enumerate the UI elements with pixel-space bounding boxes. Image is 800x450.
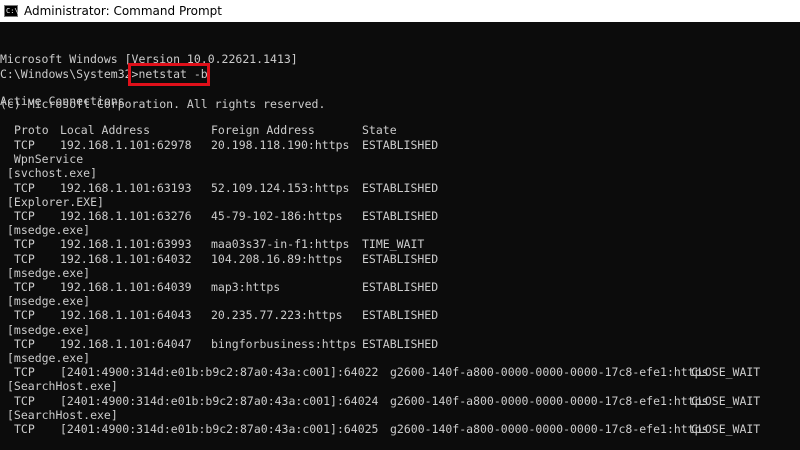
connection-row: TCP [2401:4900:314d:e01b:b9c2:87a0:43a:c0… (0, 365, 800, 380)
cell-proto: TCP (14, 308, 35, 323)
cell-state: CLOSE_WAIT (691, 422, 760, 437)
process-name: [msedge.exe] (7, 351, 90, 366)
process-name-line: [SearchHost.exe] (0, 408, 800, 423)
cell-proto: TCP (14, 237, 35, 252)
cell-foreign: g2600-140f-a800-0000-0000-0000-17c8-efe1… (390, 365, 709, 380)
connection-row: TCP 192.168.1.101:64039 map3:https ESTABLIS… (0, 280, 800, 295)
cell-proto: TCP (14, 422, 35, 437)
process-name-line: WpnService (0, 152, 800, 167)
cell-proto: TCP (14, 280, 35, 295)
cell-foreign: 45-79-102-186:https (211, 209, 343, 224)
process-name-line: [msedge.exe] (0, 323, 800, 338)
connection-row: TCP 192.168.1.101:64043 20.235.77.223:http… (0, 308, 800, 323)
process-name: [SearchHost.exe] (7, 408, 118, 423)
cell-state: ESTABLISHED (362, 337, 438, 352)
prompt-path: C:\Windows\System32> (0, 67, 138, 81)
cell-foreign: bingforbusiness:https (211, 337, 356, 352)
cell-local: 192.168.1.101:62978 (60, 138, 192, 153)
cell-foreign: maa03s37-in-f1:https (211, 237, 349, 252)
cell-state: ESTABLISHED (362, 181, 438, 196)
section-title: Active Connections (0, 94, 125, 109)
col-state: State (362, 123, 397, 138)
cell-foreign: 20.235.77.223:https (211, 308, 343, 323)
connection-row: TCP 192.168.1.101:64032 104.208.16.89:http… (0, 252, 800, 267)
cell-foreign: 104.208.16.89:https (211, 252, 343, 267)
cell-foreign: g2600-140f-a800-0000-0000-0000-17c8-efe1… (390, 422, 709, 437)
cell-local: [2401:4900:314d:e01b:b9c2:87a0:43a:c001]… (60, 422, 379, 437)
cell-local: 192.168.1.101:63276 (60, 209, 192, 224)
cell-state: ESTABLISHED (362, 280, 438, 295)
process-name-line: [msedge.exe] (0, 223, 800, 238)
cell-state: TIME_WAIT (362, 237, 424, 252)
connection-row: TCP [2401:4900:314d:e01b:b9c2:87a0:43a:c0… (0, 422, 800, 437)
cell-local: 192.168.1.101:64043 (60, 308, 192, 323)
window-title: Administrator: Command Prompt (24, 4, 222, 18)
process-name: [msedge.exe] (7, 294, 90, 309)
process-name: WpnService (7, 152, 83, 167)
cell-local: [2401:4900:314d:e01b:b9c2:87a0:43a:c001]… (60, 365, 379, 380)
cell-state: CLOSE_WAIT (691, 365, 760, 380)
cell-local: 192.168.1.101:63993 (60, 237, 192, 252)
cell-local: 192.168.1.101:64032 (60, 252, 192, 267)
column-headers: Proto Local Address Foreign Address Stat… (0, 123, 800, 138)
cell-foreign: 52.109.124.153:https (211, 181, 349, 196)
process-name: [msedge.exe] (7, 266, 90, 281)
connection-row: TCP 192.168.1.101:64047 bingforbusiness:ht… (0, 337, 800, 352)
cell-proto: TCP (14, 209, 35, 224)
connection-row: TCP 192.168.1.101:63993 maa03s37-in-f1:htt… (0, 237, 800, 252)
cell-proto: TCP (14, 394, 35, 409)
col-local-address: Local Address (60, 123, 150, 138)
col-proto: Proto (14, 123, 49, 138)
process-name: [Explorer.EXE] (7, 195, 104, 210)
cell-state: ESTABLISHED (362, 252, 438, 267)
process-name: [msedge.exe] (7, 223, 90, 238)
connection-row: TCP 192.168.1.101:63276 45-79-102-186:http… (0, 209, 800, 224)
cell-foreign: 20.198.118.190:https (211, 138, 349, 153)
connection-row: TCP 192.168.1.101:63193 52.109.124.153:htt… (0, 181, 800, 196)
process-name: [svchost.exe] (7, 166, 97, 181)
cell-local: 192.168.1.101:64047 (60, 337, 192, 352)
cell-local: 192.168.1.101:63193 (60, 181, 192, 196)
process-name-line: [svchost.exe] (0, 166, 800, 181)
cell-proto: TCP (14, 337, 35, 352)
cell-foreign: map3:https (211, 280, 280, 295)
process-name-line: [msedge.exe] (0, 266, 800, 281)
title-bar[interactable]: C:\ Administrator: Command Prompt (0, 0, 800, 23)
cell-state: ESTABLISHED (362, 308, 438, 323)
cell-local: [2401:4900:314d:e01b:b9c2:87a0:43a:c001]… (60, 394, 379, 409)
process-name-line: [msedge.exe] (0, 351, 800, 366)
process-name-line: [Explorer.EXE] (0, 195, 800, 210)
command-highlight-box (128, 63, 210, 86)
process-name-line: [SearchHost.exe] (0, 379, 800, 394)
col-foreign-address: Foreign Address (211, 123, 315, 138)
cell-state: CLOSE_WAIT (691, 394, 760, 409)
console-output[interactable]: Microsoft Windows [Version 10.0.22621.14… (0, 22, 800, 450)
cell-state: ESTABLISHED (362, 138, 438, 153)
cell-foreign: g2600-140f-a800-0000-0000-0000-17c8-efe1… (390, 394, 709, 409)
cmd-icon: C:\ (4, 5, 18, 17)
cell-proto: TCP (14, 252, 35, 267)
cell-local: 192.168.1.101:64039 (60, 280, 192, 295)
connection-row: TCP [2401:4900:314d:e01b:b9c2:87a0:43a:c0… (0, 394, 800, 409)
process-name: [SearchHost.exe] (7, 379, 118, 394)
cell-state: ESTABLISHED (362, 209, 438, 224)
connection-row: TCP 192.168.1.101:62978 20.198.118.190:htt… (0, 138, 800, 153)
cell-proto: TCP (14, 365, 35, 380)
cell-proto: TCP (14, 181, 35, 196)
process-name: [msedge.exe] (7, 323, 90, 338)
process-name-line: [msedge.exe] (0, 294, 800, 309)
cell-proto: TCP (14, 138, 35, 153)
